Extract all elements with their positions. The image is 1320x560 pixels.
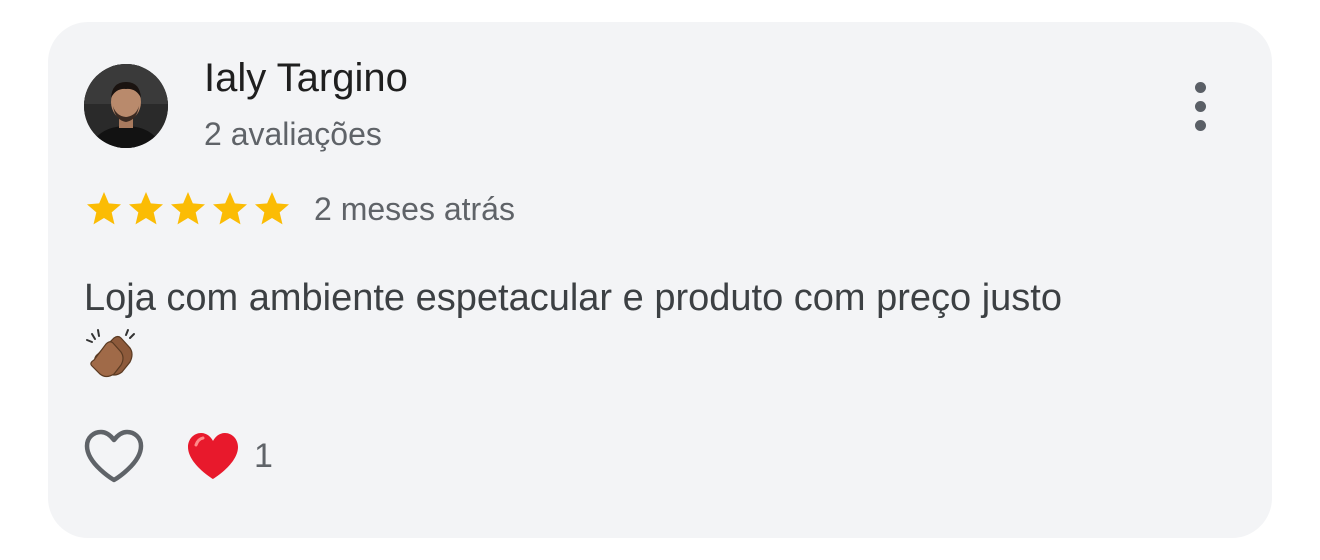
- star-icon: [213, 192, 247, 225]
- review-actions: 1: [82, 424, 273, 488]
- review-text: Loja com ambiente espetacular e produto …: [84, 277, 1062, 319]
- heart-reaction[interactable]: 1: [186, 431, 273, 481]
- star-rating: [84, 189, 292, 229]
- star-icon: [255, 192, 289, 225]
- star-icon: [129, 192, 163, 225]
- red-heart-icon: [188, 433, 238, 479]
- more-vertical-icon: [1194, 81, 1206, 93]
- review-time: 2 meses atrás: [314, 190, 515, 227]
- avatar[interactable]: [84, 64, 168, 148]
- author-review-count: 2 avaliações: [204, 116, 382, 152]
- author-name[interactable]: Ialy Targino: [204, 56, 408, 101]
- like-button[interactable]: [82, 424, 146, 488]
- rating-row: 2 meses atrás: [84, 188, 515, 230]
- clapping-hands-icon: [86, 329, 135, 378]
- avatar-photo: [84, 64, 168, 148]
- review-card: Ialy Targino 2 avaliações 2 meses atrás …: [48, 22, 1272, 538]
- star-icon: [171, 192, 205, 225]
- star-icon: [87, 192, 121, 225]
- heart-outline-icon: [84, 429, 144, 483]
- more-options-button[interactable]: [1176, 78, 1224, 134]
- reaction-count: 1: [254, 436, 273, 475]
